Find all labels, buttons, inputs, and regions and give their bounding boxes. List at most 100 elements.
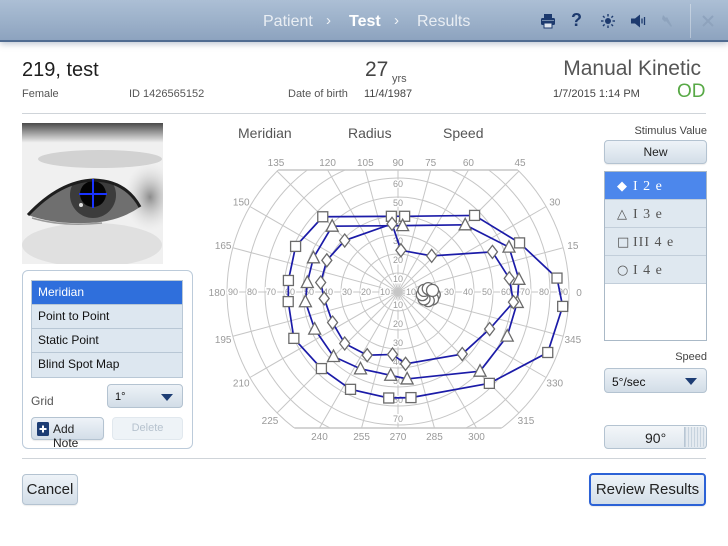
- radial-tick-label: 70: [520, 287, 530, 297]
- meridian-tick-label: 120: [319, 158, 336, 169]
- meridian-tick-label: 345: [564, 335, 581, 346]
- nav-chevron: ›: [326, 12, 331, 29]
- close-icon[interactable]: [699, 12, 717, 30]
- eye-side-label: OD: [677, 81, 706, 102]
- radial-tick-label: 30: [393, 338, 403, 348]
- meridian-angle-input[interactable]: 90°: [604, 425, 707, 449]
- top-nav-bar: Patient › Test › Results ?: [0, 0, 728, 42]
- patient-name: 219, test: [22, 59, 99, 81]
- test-datetime: 1/7/2015 1:14 PM: [553, 88, 640, 100]
- circle-icon: ○: [617, 263, 629, 278]
- stimulus-item-iii4e[interactable]: □ III 4 e: [605, 228, 706, 256]
- stimulus-item-i4e[interactable]: ○ I 4 e: [605, 256, 706, 284]
- isopter-point-iii-4-e: [289, 240, 302, 253]
- printer-icon[interactable]: [539, 12, 557, 30]
- nav-step-patient[interactable]: Patient: [263, 13, 313, 31]
- radial-tick-label: 70: [266, 287, 276, 297]
- delete-button[interactable]: Delete: [112, 417, 183, 440]
- stimulus-list: ◆ I 2 e △ I 3 e □ III 4 e ○ I 4 e: [604, 171, 707, 341]
- cancel-button[interactable]: Cancel: [22, 474, 78, 505]
- meridian-tick-label: 0: [576, 288, 582, 299]
- radial-tick-label: 60: [393, 179, 403, 189]
- test-type: Manual Kinetic: [563, 57, 701, 80]
- speed-label: Speed: [675, 351, 707, 363]
- meridian-tick-label: 135: [268, 158, 285, 169]
- isopter-point-iii-4-e: [315, 362, 328, 375]
- stimulus-label: I 2 e: [633, 179, 663, 194]
- stimulus-label: I 3 e: [633, 207, 663, 222]
- radial-tick-label: 40: [463, 287, 473, 297]
- diamond-icon: ◆: [617, 179, 627, 194]
- speed-dropdown[interactable]: 5°/sec: [604, 368, 707, 393]
- radial-tick-label: 30: [342, 287, 352, 297]
- radial-tick-label: 60: [501, 287, 511, 297]
- meridian-tick-label: 330: [546, 379, 563, 390]
- isopter-point-iii-4-e: [551, 272, 563, 284]
- stimulus-value-label: Stimulus Value: [634, 125, 707, 137]
- isopter-point-iii-4-e: [383, 392, 395, 404]
- meridian-tick-label: 195: [215, 335, 232, 346]
- new-stimulus-button[interactable]: New: [604, 140, 707, 164]
- help-icon[interactable]: ?: [571, 10, 582, 31]
- isopter-point-iii-4-e: [513, 237, 526, 249]
- grid-dropdown[interactable]: 1°: [107, 384, 183, 408]
- isopter-point-iii-4-e: [344, 383, 357, 395]
- radial-tick-label: 20: [393, 319, 403, 329]
- add-note-button[interactable]: Add Note: [31, 417, 104, 450]
- blind-spot-point: [425, 283, 440, 298]
- radial-tick-label: 20: [361, 287, 371, 297]
- meridian-tick-label: 300: [468, 432, 485, 443]
- brightness-icon[interactable]: [599, 12, 617, 30]
- add-note-icon: [37, 422, 49, 436]
- meridian-tick-label: 165: [215, 241, 232, 252]
- meridian-tick-label: 15: [567, 241, 579, 252]
- radial-tick-label: 70: [393, 414, 403, 424]
- isopter-point-iii-4-e: [468, 209, 481, 222]
- grid-label: Grid: [31, 394, 54, 408]
- eye-image: [22, 123, 176, 267]
- meridian-tick-label: 225: [262, 416, 279, 427]
- stimulus-item-i3e[interactable]: △ I 3 e: [605, 200, 706, 228]
- meridian-header: Meridian: [238, 125, 292, 141]
- mode-item-point-to-point[interactable]: Point to Point: [32, 305, 182, 329]
- nav-step-test[interactable]: Test: [349, 13, 381, 31]
- speed-header: Speed: [443, 125, 484, 141]
- chevron-down-icon: [685, 378, 697, 385]
- meridian-tick-label: 240: [311, 432, 328, 443]
- header-divider: [22, 113, 706, 114]
- mode-item-static-point[interactable]: Static Point: [32, 329, 182, 353]
- mode-item-blind-spot-map[interactable]: Blind Spot Map: [32, 353, 182, 377]
- radial-tick-label: 80: [539, 287, 549, 297]
- isopter-point-iii-4-e: [483, 377, 496, 390]
- meridian-line: [276, 291, 399, 414]
- radial-tick-label: 10: [406, 287, 416, 297]
- meridian-angle-value: 90°: [645, 430, 667, 446]
- add-note-label: Add Note: [53, 422, 79, 450]
- chevron-down-icon: [161, 394, 173, 401]
- isopter-point-iii-4-e: [288, 332, 300, 345]
- meridian-tick-label: 60: [463, 158, 475, 169]
- volume-icon[interactable]: [629, 12, 647, 30]
- meridian-slider-handle[interactable]: [684, 427, 705, 447]
- meridian-tick-label: 210: [233, 379, 250, 390]
- eye-camera-view: [22, 123, 176, 267]
- nav-step-results[interactable]: Results: [417, 13, 470, 31]
- isopter-point-iii-4-e: [557, 300, 569, 313]
- nav-chevron: ›: [394, 12, 399, 29]
- isopter-point-iii-4-e: [282, 295, 294, 308]
- stimulus-item-i2e[interactable]: ◆ I 2 e: [605, 172, 706, 200]
- patient-id: ID 1426565152: [129, 88, 205, 100]
- radial-tick-label: 30: [444, 287, 454, 297]
- patient-sex: Female: [22, 88, 59, 100]
- stimulus-label: I 4 e: [633, 263, 663, 278]
- triangle-icon: △: [617, 207, 627, 222]
- meridian-tick-label: 105: [357, 158, 374, 169]
- meridian-tick-label: 30: [549, 198, 561, 209]
- wrench-icon[interactable]: [659, 12, 677, 30]
- toolbar-divider: [690, 4, 691, 38]
- review-results-button[interactable]: Review Results: [589, 473, 706, 506]
- visual-field-chart[interactable]: 1010202030304040505060607070808090901020…: [200, 150, 590, 450]
- meridian-tick-label: 285: [426, 432, 443, 443]
- stimulus-label: III 4 e: [633, 235, 675, 250]
- mode-item-meridian[interactable]: Meridian: [32, 281, 182, 305]
